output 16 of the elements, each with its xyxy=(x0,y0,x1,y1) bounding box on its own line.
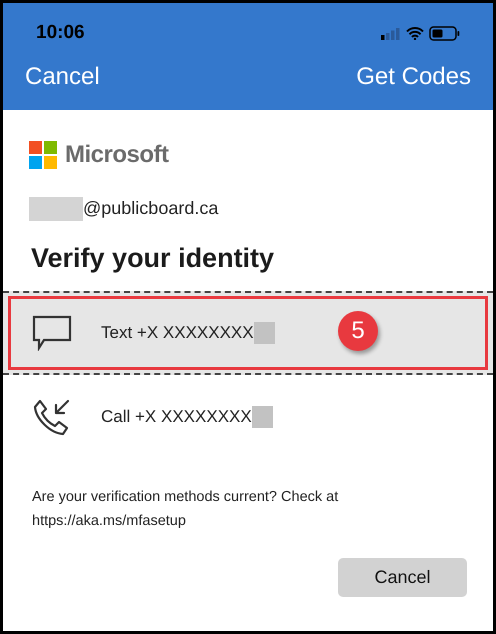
redacted-block xyxy=(252,406,273,428)
wifi-icon xyxy=(406,27,424,40)
redacted-block xyxy=(29,196,83,220)
footer-note: Are your verification methods current? Check at https://aka.ms/mfasetup xyxy=(31,488,340,530)
get-codes-link[interactable]: Get Codes xyxy=(356,59,471,95)
page-heading: Verify your identity xyxy=(30,242,276,275)
status-time: 10:06 xyxy=(36,21,85,46)
battery-icon xyxy=(429,26,460,41)
cancel-button[interactable]: Cancel xyxy=(338,558,467,596)
chat-bubble-icon xyxy=(32,314,72,350)
account-email: @publicboard.ca xyxy=(83,197,218,220)
redacted-block xyxy=(254,322,275,344)
brand-name: Microsoft xyxy=(65,140,168,170)
cancel-link[interactable]: Cancel xyxy=(25,59,100,95)
signal-icon xyxy=(381,28,401,40)
logo-icon xyxy=(29,141,57,169)
